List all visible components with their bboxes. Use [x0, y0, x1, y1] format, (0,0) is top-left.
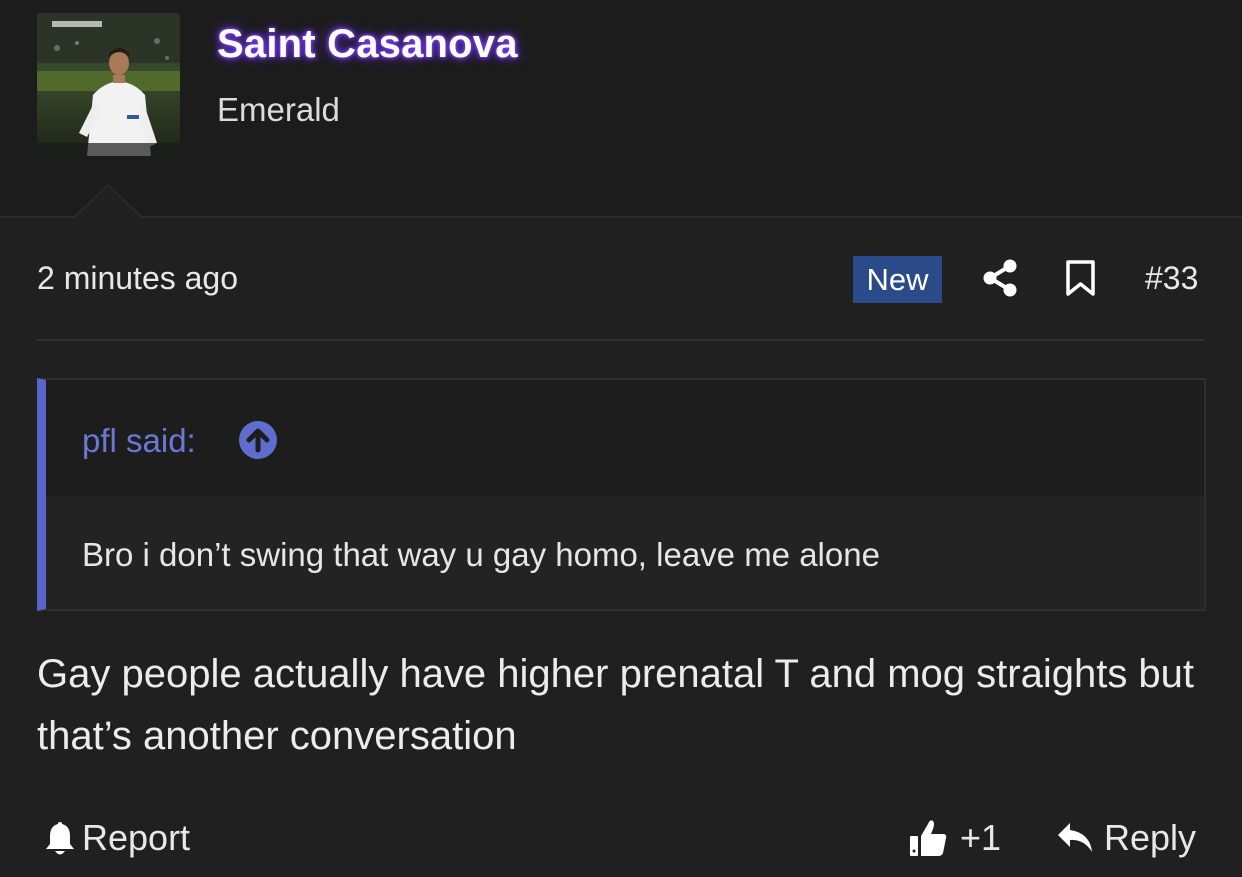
bell-icon [46, 822, 74, 855]
reply-arrow-icon [1058, 823, 1092, 852]
quote-block: pfl said: Bro i don’t swing that way u g… [37, 378, 1206, 611]
username[interactable]: Saint Casanova [217, 22, 518, 67]
meta-divider [37, 339, 1205, 341]
reply-label: Reply [1104, 817, 1197, 858]
bookmark-icon[interactable] [1065, 259, 1096, 297]
quote-text: Bro i don’t swing that way u gay homo, l… [82, 536, 880, 573]
arrow-up-circle-icon[interactable] [238, 420, 278, 460]
share-icon[interactable] [982, 259, 1018, 297]
forum-post: Saint Casanova Emerald 2 minutes ago New… [0, 0, 1242, 877]
report-button[interactable]: Report [44, 815, 190, 861]
report-label: Report [82, 817, 191, 858]
post-timestamp[interactable]: 2 minutes ago [37, 260, 238, 297]
like-count: +1 [960, 817, 1002, 858]
post-user-header: Saint Casanova Emerald [0, 0, 1242, 219]
like-button[interactable]: +1 [908, 815, 1001, 861]
quote-header: pfl said: [46, 380, 1204, 496]
reply-button[interactable]: Reply [1056, 815, 1196, 861]
avatar-image [37, 13, 180, 156]
quote-author-link[interactable]: pfl said: [82, 422, 196, 460]
user-title: Emerald [217, 91, 340, 128]
avatar[interactable] [37, 13, 180, 156]
post-body: Gay people actually have higher prenatal… [37, 652, 1195, 758]
post-number-link[interactable]: #33 [1145, 260, 1198, 297]
thumbs-up-icon [910, 820, 947, 856]
avatar-pointer [72, 184, 144, 219]
new-badge: New [853, 256, 942, 303]
